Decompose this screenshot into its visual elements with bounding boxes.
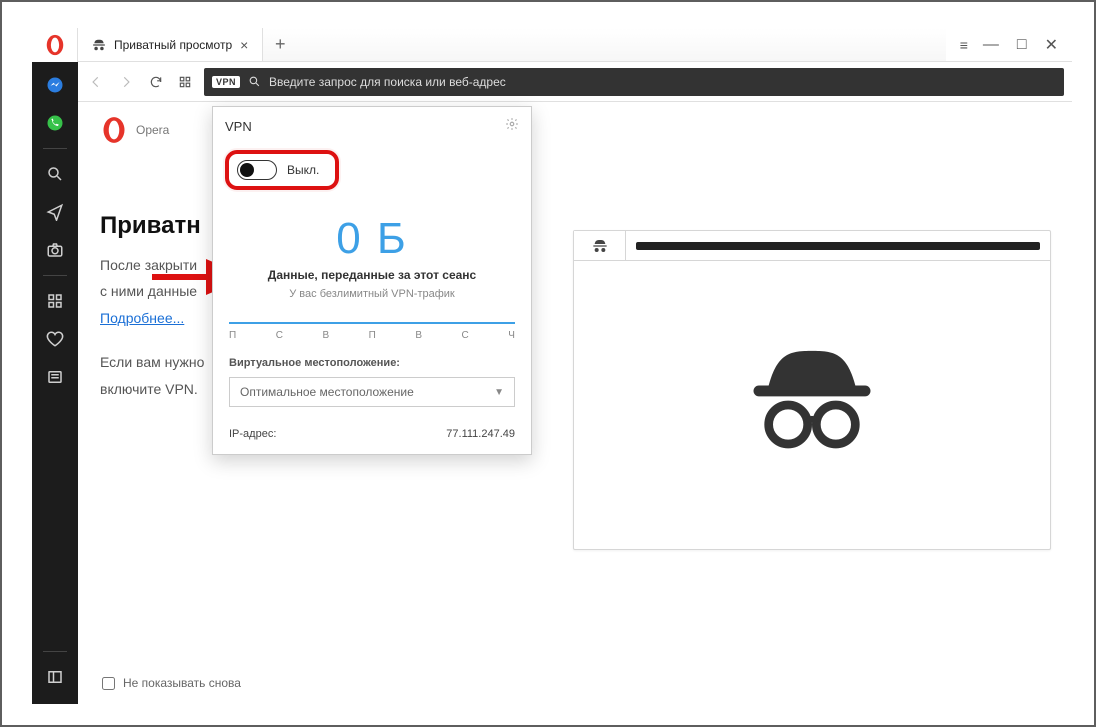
sidebar-item-snapshot[interactable] (32, 233, 78, 267)
reload-icon (149, 75, 163, 89)
vpn-location-select[interactable]: Оптимальное местоположение ▼ (229, 377, 515, 407)
sidebar-separator (43, 148, 67, 149)
chart-label: С (276, 330, 283, 341)
whatsapp-icon (46, 114, 64, 132)
incognito-large-icon (747, 340, 877, 470)
vpn-ip-label: IP-адрес: (229, 428, 276, 440)
chart-label: Ч (508, 330, 515, 341)
speeddial-button[interactable] (176, 73, 194, 91)
sidebar (32, 62, 78, 704)
gear-icon (505, 117, 519, 131)
heart-icon (46, 330, 64, 348)
screenshot-frame: Приватный просмотр × + ≡ — □ ✕ (0, 0, 1096, 727)
window-minimize-button[interactable]: — (983, 36, 999, 54)
vpn-location-value: Оптимальное местоположение (240, 385, 414, 399)
tab-private-browsing[interactable]: Приватный просмотр × (78, 28, 263, 61)
send-icon (46, 203, 64, 221)
vpn-data-subcaption: У вас безлимитный VPN-трафик (213, 288, 531, 300)
grid-icon (178, 75, 192, 89)
reload-button[interactable] (146, 72, 166, 92)
search-icon (248, 75, 261, 88)
sidebar-item-whatsapp[interactable] (32, 106, 78, 140)
easy-setup-icon[interactable]: ≡ (960, 37, 965, 53)
vpn-popup-header: VPN (213, 107, 531, 142)
address-bar: VPN Введите запрос для поиска или веб-ад… (78, 62, 1072, 102)
chart-label: П (369, 330, 376, 341)
chart-baseline (229, 322, 515, 324)
opera-window: Приватный просмотр × + ≡ — □ ✕ (32, 28, 1072, 704)
sidebar-separator (43, 651, 67, 652)
dont-show-label: Не показывать снова (123, 676, 241, 690)
vpn-data-caption: Данные, переданные за этот сеанс (213, 268, 531, 282)
brand-label: Opera (136, 123, 169, 137)
sidebar-item-flow[interactable] (32, 195, 78, 229)
chevron-left-icon (89, 75, 103, 89)
illustration-urlbar (626, 231, 1050, 260)
forward-button[interactable] (116, 72, 136, 92)
sidebar-item-panel-toggle[interactable] (32, 660, 78, 694)
dont-show-checkbox[interactable] (102, 677, 115, 690)
incognito-icon (592, 238, 608, 254)
window-close-button[interactable]: ✕ (1045, 35, 1058, 55)
chart-label: В (415, 330, 422, 341)
panel-toggle-icon (46, 668, 64, 686)
opera-logo-icon (44, 34, 66, 56)
toggle-knob (240, 163, 254, 177)
window-maximize-button[interactable]: □ (1017, 36, 1027, 54)
sidebar-item-news[interactable] (32, 360, 78, 394)
chart-label: В (322, 330, 329, 341)
speeddial-icon (46, 292, 64, 310)
vpn-badge[interactable]: VPN (212, 76, 240, 88)
chevron-down-icon: ▼ (494, 387, 504, 398)
vpn-ip-value: 77.111.247.49 (446, 428, 515, 440)
tab-close-icon[interactable]: × (240, 37, 248, 53)
annotation-highlight: Выкл. (225, 150, 339, 190)
illustration-tabbar (574, 231, 1050, 261)
incognito-icon (92, 38, 106, 52)
vpn-settings-button[interactable] (505, 117, 519, 136)
sidebar-item-search[interactable] (32, 157, 78, 191)
vpn-ip-row: IP-адрес: 77.111.247.49 (213, 417, 531, 454)
back-button[interactable] (86, 72, 106, 92)
news-icon (46, 368, 64, 386)
vpn-toggle-row: Выкл. (213, 142, 531, 208)
chart-label: П (229, 330, 236, 341)
url-placeholder: Введите запрос для поиска или веб-адрес (269, 75, 506, 89)
new-tab-button[interactable]: + (263, 28, 297, 61)
opera-menu-button[interactable] (32, 28, 78, 62)
illustration-tab (574, 231, 626, 260)
sidebar-item-speeddial[interactable] (32, 284, 78, 318)
vpn-usage-chart: П С В П В С Ч (229, 322, 515, 341)
chart-label: С (462, 330, 469, 341)
opera-logo-icon (100, 116, 128, 144)
vpn-toggle[interactable] (237, 160, 277, 180)
illustration-body (574, 261, 1050, 549)
vpn-location-label: Виртуальное местоположение: (229, 357, 515, 369)
vpn-popup-title: VPN (225, 119, 252, 134)
titlebar: Приватный просмотр × + ≡ — □ ✕ (32, 28, 1072, 62)
vpn-data-amount: 0 Б (213, 214, 531, 264)
sidebar-item-bookmarks[interactable] (32, 322, 78, 356)
learn-more-link[interactable]: Подробнее... (100, 310, 184, 326)
camera-icon (46, 241, 64, 259)
window-controls: ≡ — □ ✕ (946, 28, 1072, 61)
search-icon (46, 165, 64, 183)
chevron-right-icon (119, 75, 133, 89)
dont-show-again[interactable]: Не показывать снова (102, 676, 241, 690)
tab-strip: Приватный просмотр × + (78, 28, 946, 61)
messenger-icon (46, 76, 64, 94)
vpn-location-section: Виртуальное местоположение: Оптимальное … (213, 341, 531, 417)
vpn-toggle-label: Выкл. (287, 163, 319, 177)
chart-day-labels: П С В П В С Ч (229, 330, 515, 341)
url-input[interactable]: VPN Введите запрос для поиска или веб-ад… (204, 68, 1064, 96)
illustration-card (573, 230, 1051, 550)
illustration-url-fill (636, 242, 1040, 250)
sidebar-separator (43, 275, 67, 276)
vpn-popup: VPN Выкл. 0 Б Данные, переданные за этот… (212, 106, 532, 455)
tab-title: Приватный просмотр (114, 38, 232, 52)
sidebar-item-messenger[interactable] (32, 68, 78, 102)
